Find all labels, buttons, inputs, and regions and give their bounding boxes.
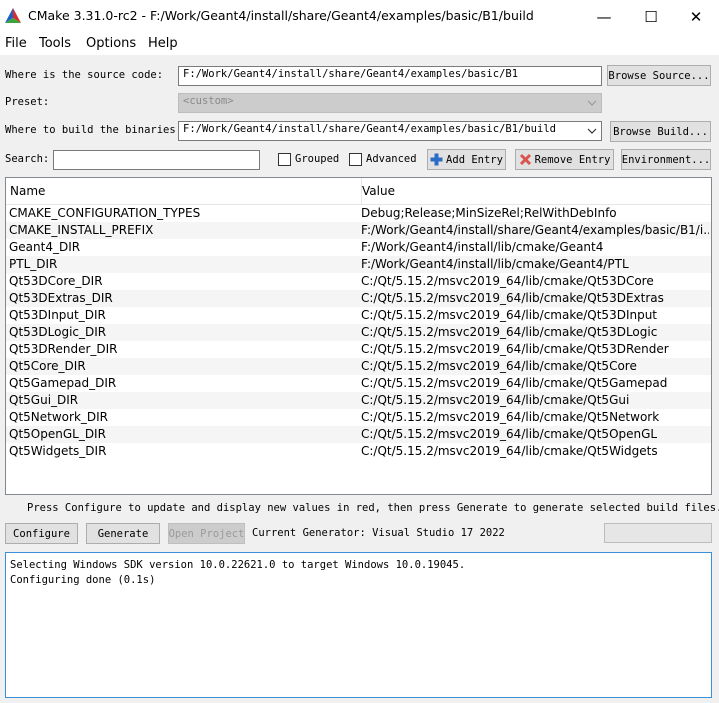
remove-x-icon [519,153,531,166]
cell-name: Qt53DExtras_DIR [9,291,113,305]
table-row[interactable]: Qt53DLogic_DIR C:/Qt/5.15.2/msvc2019_64/l… [6,324,711,341]
column-header-name[interactable]: Name [10,184,45,198]
window-title: CMake 3.31.0-rc2 - F:/Work/Geant4/instal… [28,8,534,23]
cell-value: C:/Qt/5.15.2/msvc2019_64/lib/cmake/Qt53D… [361,325,658,339]
cell-name: Qt5Gui_DIR [9,393,79,407]
close-icon: ✕ [689,7,703,26]
preset-value: <custom> [183,95,234,107]
cell-value: F:/Work/Geant4/install/lib/cmake/Geant4 [361,240,604,254]
table-row[interactable]: CMAKE_INSTALL_PREFIX F:/Work/Geant4/insta… [6,222,711,239]
cell-value: C:/Qt/5.15.2/msvc2019_64/lib/cmake/Qt53D… [361,308,658,322]
browse-source-button[interactable]: Browse Source... [607,65,711,86]
cell-name: Geant4_DIR [9,240,81,254]
cell-value: C:/Qt/5.15.2/msvc2019_64/lib/cmake/Qt5Ga… [361,376,668,390]
source-label: Where is the source code: [5,69,164,81]
maximize-icon: ☐ [644,7,658,26]
grouped-label: Grouped [295,153,340,165]
output-log[interactable]: Selecting Windows SDK version 10.0.22621… [5,552,712,698]
minimize-icon: — [596,7,612,26]
cell-name: Qt53DRender_DIR [9,342,118,356]
cell-value: C:/Qt/5.15.2/msvc2019_64/lib/cmake/Qt53D… [361,291,664,305]
cell-name: CMAKE_INSTALL_PREFIX [9,223,154,237]
chevron-down-icon [587,100,597,106]
table-row[interactable]: Qt53DInput_DIR C:/Qt/5.15.2/msvc2019_64/l… [6,307,711,324]
advanced-checkbox[interactable] [349,153,362,166]
cell-name: Qt5Network_DIR [9,410,109,424]
table-row[interactable]: Qt5Core_DIR C:/Qt/5.15.2/msvc2019_64/lib/… [6,358,711,375]
cell-value: C:/Qt/5.15.2/msvc2019_64/lib/cmake/Qt5Gu… [361,393,630,407]
cell-name: PTL_DIR [9,257,58,271]
maximize-button[interactable]: ☐ [628,0,674,33]
close-button[interactable]: ✕ [673,0,719,33]
add-entry-label: Add Entry [446,153,503,166]
table-row[interactable]: CMAKE_CONFIGURATION_TYPES Debug;Release;M… [6,205,711,222]
cell-value: C:/Qt/5.15.2/msvc2019_64/lib/cmake/Qt5Co… [361,359,637,373]
cell-value: F:/Work/Geant4/install/lib/cmake/Geant4/… [361,257,629,271]
cell-name: Qt53DInput_DIR [9,308,106,322]
plus-icon [430,153,443,166]
table-row[interactable]: Qt53DRender_DIR C:/Qt/5.15.2/msvc2019_64/… [6,341,711,358]
table-row[interactable]: Geant4_DIR F:/Work/Geant4/install/lib/cma… [6,239,711,256]
add-entry-button[interactable]: Add Entry [427,149,506,170]
table-row[interactable]: PTL_DIR F:/Work/Geant4/install/lib/cmake/… [6,256,711,273]
output-line: Configuring done (0.1s) [10,574,156,586]
menu-file[interactable]: File [5,36,27,51]
source-path-field[interactable]: F:/Work/Geant4/install/share/Geant4/exam… [178,66,602,86]
menu-options[interactable]: Options [86,36,136,51]
preset-label: Preset: [5,96,50,108]
cache-table[interactable]: Name Value CMAKE_CONFIGURATION_TYPES Debu… [5,177,712,495]
table-row[interactable]: Qt53DCore_DIR C:/Qt/5.15.2/msvc2019_64/li… [6,273,711,290]
cell-name: Qt5OpenGL_DIR [9,427,106,441]
chevron-down-icon [587,128,597,134]
cell-value: C:/Qt/5.15.2/msvc2019_64/lib/cmake/Qt5Wi… [361,444,658,458]
search-input[interactable] [53,150,260,170]
minimize-button[interactable]: — [581,0,627,33]
table-row[interactable]: Qt5Gui_DIR C:/Qt/5.15.2/msvc2019_64/lib/c… [6,392,711,409]
table-row[interactable]: Qt5Network_DIR C:/Qt/5.15.2/msvc2019_64/l… [6,409,711,426]
table-row[interactable]: Qt5Widgets_DIR C:/Qt/5.15.2/msvc2019_64/l… [6,443,711,460]
environment-button[interactable]: Environment... [621,149,711,170]
cell-name: Qt5Core_DIR [9,359,86,373]
cell-name: Qt5Widgets_DIR [9,444,107,458]
preset-select[interactable]: <custom> [178,93,602,113]
cmake-logo-icon [5,8,21,23]
build-path-value: F:/Work/Geant4/install/share/Geant4/exam… [183,123,556,135]
search-label: Search: [5,153,50,165]
cell-value: Debug;Release;MinSizeRel;RelWithDebInfo [361,206,617,220]
menu-help[interactable]: Help [148,36,178,51]
open-project-button[interactable]: Open Project [168,523,245,544]
progress-bar [604,523,712,543]
configure-hint: Press Configure to update and display ne… [27,502,719,514]
configure-button[interactable]: Configure [5,523,78,544]
column-header-value[interactable]: Value [362,184,395,198]
cell-value: C:/Qt/5.15.2/msvc2019_64/lib/cmake/Qt5Op… [361,427,658,441]
output-line: Selecting Windows SDK version 10.0.22621… [10,559,466,571]
menu-tools[interactable]: Tools [39,36,71,51]
cell-name: CMAKE_CONFIGURATION_TYPES [9,206,201,220]
cell-name: Qt53DLogic_DIR [9,325,107,339]
current-generator-label: Current Generator: Visual Studio 17 2022 [252,527,505,539]
remove-entry-label: Remove Entry [534,153,611,166]
table-row[interactable]: Qt5OpenGL_DIR C:/Qt/5.15.2/msvc2019_64/li… [6,426,711,443]
generate-button[interactable]: Generate [86,523,160,544]
table-row[interactable]: Qt53DExtras_DIR C:/Qt/5.15.2/msvc2019_64/… [6,290,711,307]
cell-value: C:/Qt/5.15.2/msvc2019_64/lib/cmake/Qt5Ne… [361,410,660,424]
build-label: Where to build the binaries: [5,124,183,136]
cell-value: C:/Qt/5.15.2/msvc2019_64/lib/cmake/Qt53D… [361,274,654,288]
table-row[interactable]: Qt5Gamepad_DIR C:/Qt/5.15.2/msvc2019_64/l… [6,375,711,392]
advanced-label: Advanced [366,153,417,165]
cell-value: C:/Qt/5.15.2/msvc2019_64/lib/cmake/Qt53D… [361,342,669,356]
browse-build-button[interactable]: Browse Build... [610,121,711,142]
remove-entry-button[interactable]: Remove Entry [515,149,614,170]
table-header [6,178,711,205]
cell-value: F:/Work/Geant4/install/share/Geant4/exam… [361,223,709,237]
cell-name: Qt5Gamepad_DIR [9,376,117,390]
build-path-field[interactable]: F:/Work/Geant4/install/share/Geant4/exam… [178,121,602,141]
cell-name: Qt53DCore_DIR [9,274,103,288]
grouped-checkbox[interactable] [278,153,291,166]
